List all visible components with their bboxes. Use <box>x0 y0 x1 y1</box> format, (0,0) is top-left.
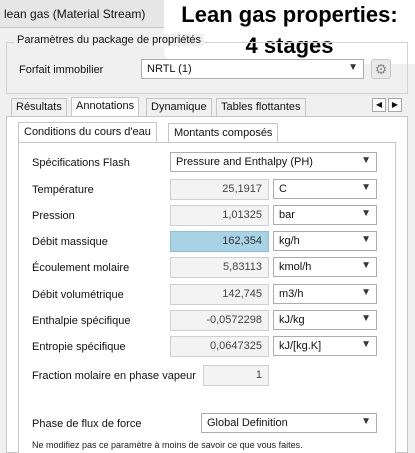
temperature-input[interactable]: 25,1917 <box>170 179 269 200</box>
pressure-unit-select[interactable]: bar ▼ <box>273 205 377 225</box>
chevron-down-icon: ▼ <box>361 313 371 324</box>
flash-spec-select[interactable]: Pressure and Enthalpy (PH) ▼ <box>170 152 377 172</box>
mass-flow-input[interactable]: 162,354 <box>170 231 269 252</box>
chevron-down-icon: ▼ <box>348 62 358 73</box>
warning-note: Ne modifiez pas ce paramètre à moins de … <box>32 440 303 450</box>
molar-flow-input[interactable]: 5,83113 <box>170 257 269 278</box>
volumetric-flow-unit: m3/h <box>279 288 304 300</box>
vapor-fraction-label: Fraction molaire en phase vapeur <box>32 370 196 382</box>
pressure-label: Pression <box>32 210 75 222</box>
chevron-down-icon: ▼ <box>361 339 371 350</box>
specific-enthalpy-unit-select[interactable]: kJ/kg ▼ <box>273 310 377 330</box>
chevron-down-icon: ▼ <box>361 234 371 245</box>
tab-annotations[interactable]: Annotations <box>71 97 140 116</box>
mass-flow-label: Débit massique <box>32 236 108 248</box>
specific-enthalpy-unit: kJ/kg <box>279 314 305 326</box>
temperature-label: Température <box>32 184 94 196</box>
pressure-unit: bar <box>279 209 295 221</box>
chevron-down-icon: ▼ <box>361 416 371 427</box>
chevron-down-icon: ▼ <box>361 260 371 271</box>
property-package-label: Forfait immobilier <box>19 64 104 76</box>
specific-entropy-label: Entropie spécifique <box>32 341 126 353</box>
molar-flow-unit: kmol/h <box>279 261 312 273</box>
property-package-value: NRTL (1) <box>147 63 192 75</box>
force-flow-phase-select[interactable]: Global Definition ▼ <box>201 413 377 433</box>
pressure-input[interactable]: 1,01325 <box>170 205 269 226</box>
property-package-select[interactable]: NRTL (1) ▼ <box>141 59 364 79</box>
tab-dynamique[interactable]: Dynamique <box>146 98 212 116</box>
volumetric-flow-unit-select[interactable]: m3/h ▼ <box>273 284 377 304</box>
flash-spec-value: Pressure and Enthalpy (PH) <box>176 156 313 168</box>
window-title: lean gas (Material Stream) <box>4 7 146 21</box>
subtab-compound-amounts[interactable]: Montants composés <box>168 123 279 143</box>
property-package-group-title: Paramètres du package de propriétés <box>14 34 205 46</box>
mass-flow-unit-select[interactable]: kg/h ▼ <box>273 231 377 251</box>
force-flow-phase-value: Global Definition <box>207 417 288 429</box>
specific-enthalpy-input[interactable]: -0,0572298 <box>170 310 269 331</box>
chevron-down-icon: ▼ <box>361 182 371 193</box>
specific-entropy-input[interactable]: 0,0647325 <box>170 336 269 357</box>
overlay-caption-line1: Lean gas properties: <box>181 2 398 27</box>
chevron-down-icon: ▼ <box>361 155 371 166</box>
flash-spec-label: Spécifications Flash <box>32 157 130 169</box>
volumetric-flow-input[interactable]: 142,745 <box>170 284 269 305</box>
force-flow-phase-label: Phase de flux de force <box>32 418 142 430</box>
vapor-fraction-input[interactable]: 1 <box>203 365 269 386</box>
subtab-stream-conditions[interactable]: Conditions du cours d'eau <box>18 122 157 142</box>
molar-flow-unit-select[interactable]: kmol/h ▼ <box>273 257 377 277</box>
temperature-unit: C <box>279 183 287 195</box>
tab-scroll-right-button[interactable]: ▶ <box>388 98 402 112</box>
chevron-down-icon: ▼ <box>361 287 371 298</box>
specific-entropy-unit-select[interactable]: kJ/[kg.K] ▼ <box>273 336 377 356</box>
molar-flow-label: Écoulement molaire <box>32 262 130 274</box>
gear-icon[interactable]: ⚙ <box>371 59 391 79</box>
tab-tables-flottantes[interactable]: Tables flottantes <box>216 98 306 116</box>
chevron-down-icon: ▼ <box>361 208 371 219</box>
specific-enthalpy-label: Enthalpie spécifique <box>32 315 131 327</box>
mass-flow-unit: kg/h <box>279 235 300 247</box>
tab-resultats[interactable]: Résultats <box>11 98 67 116</box>
tab-scroll-left-button[interactable]: ◀ <box>372 98 386 112</box>
specific-entropy-unit: kJ/[kg.K] <box>279 340 322 352</box>
temperature-unit-select[interactable]: C ▼ <box>273 179 377 199</box>
volumetric-flow-label: Débit volumétrique <box>32 289 124 301</box>
